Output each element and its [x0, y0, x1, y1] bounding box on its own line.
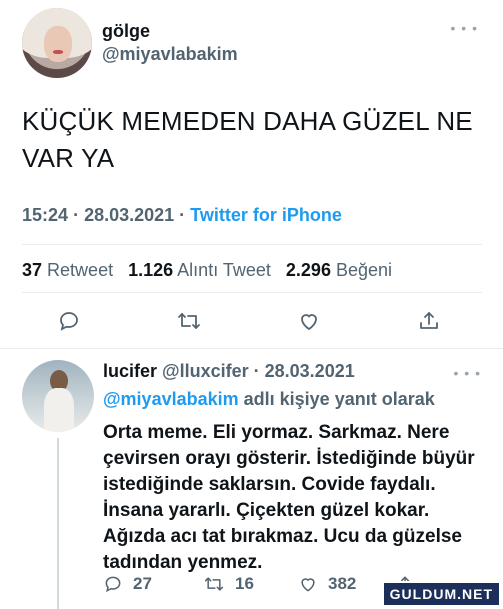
reply-replies-count: 27: [133, 574, 152, 593]
avatar[interactable]: [22, 8, 92, 78]
tweet-meta: 15:24 · 28.03.2021 · Twitter for iPhone: [22, 205, 342, 226]
watermark: GULDUM.NET: [381, 581, 501, 607]
reply-likes[interactable]: 382: [298, 574, 356, 594]
reply-to-mention[interactable]: @miyavlabakim: [103, 389, 239, 409]
reply-retweets[interactable]: 16: [203, 574, 254, 594]
divider: [0, 348, 503, 349]
tweet-time: 15:24: [22, 205, 69, 225]
meta-separator: ·: [179, 205, 191, 225]
meta-separator: ·: [248, 361, 265, 381]
reply-icon[interactable]: [52, 304, 86, 338]
more-options-icon[interactable]: • • •: [454, 365, 481, 381]
like-icon: [301, 578, 315, 592]
likes-stat[interactable]: 2.296 Beğeni: [286, 260, 392, 280]
reply-to-line: @miyavlabakim adlı kişiye yanıt olarak: [103, 389, 435, 410]
reply-to-suffix: adlı kişiye yanıt olarak: [243, 389, 435, 409]
meta-separator: ·: [73, 205, 85, 225]
thread-line: [57, 438, 59, 609]
retweet-icon: [204, 577, 224, 591]
reply-author-handle[interactable]: @lluxcifer: [162, 361, 249, 381]
author-name[interactable]: gölge: [102, 21, 150, 42]
share-icon[interactable]: [412, 304, 446, 338]
retweet-icon[interactable]: [172, 304, 206, 338]
tweet-header: gölge @miyavlabakim • • •: [22, 8, 482, 80]
tweet-actions: [52, 304, 452, 338]
tweet-text: KÜÇÜK MEMEDEN DAHA GÜZEL NE VAR YA: [22, 106, 473, 173]
reply-icon: [105, 576, 121, 593]
reply-replies[interactable]: 27: [103, 574, 152, 594]
like-icon[interactable]: [292, 304, 326, 338]
reply-date: 28.03.2021: [264, 361, 355, 381]
reply-avatar[interactable]: [22, 360, 94, 432]
quotes-stat[interactable]: 1.126 Alıntı Tweet: [128, 260, 271, 280]
tweet-stats: 37 Retweet 1.126 Alıntı Tweet 2.296 Beğe…: [22, 260, 402, 281]
divider: [22, 292, 482, 293]
divider: [22, 244, 482, 245]
reply-header: lucifer @lluxcifer · 28.03.2021: [103, 361, 355, 382]
tweet-source-link[interactable]: Twitter for iPhone: [190, 205, 342, 225]
reply-likes-count: 382: [328, 574, 357, 593]
reply-text: Orta meme. Eli yormaz. Sarkmaz. Nere çev…: [103, 422, 475, 573]
retweets-stat[interactable]: 37 Retweet: [22, 260, 113, 280]
more-options-icon[interactable]: • • •: [451, 20, 478, 36]
reply-author-name[interactable]: lucifer: [103, 361, 157, 381]
author-handle[interactable]: @miyavlabakim: [102, 44, 238, 65]
reply-retweets-count: 16: [235, 574, 254, 593]
tweet-date: 28.03.2021: [84, 205, 175, 225]
